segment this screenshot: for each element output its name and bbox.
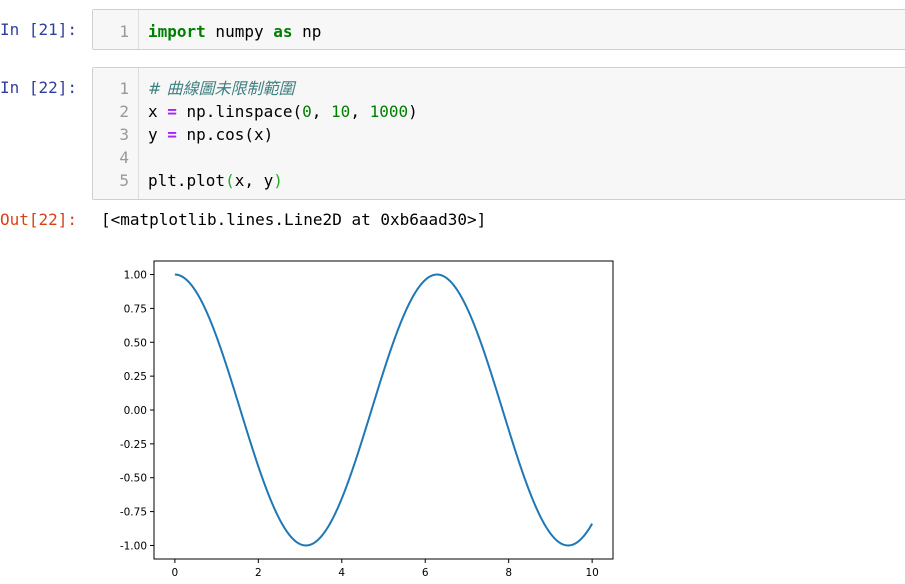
y-tick-label: 0.25 <box>124 371 147 383</box>
y-tick-label: 0.50 <box>124 337 147 349</box>
y-tick-label: 0.00 <box>124 405 147 417</box>
x-tick-label: 6 <box>422 567 429 579</box>
x-tick-label: 2 <box>255 567 262 579</box>
x-tick-label: 4 <box>338 567 345 579</box>
cosine-line-chart: 1.00 0.75 0.50 0.25 0.00 -0.25 -0.50 -0.75 -1.00… <box>120 260 614 579</box>
y-tick-label: -0.50 <box>120 473 147 485</box>
y-tick-label: -1.00 <box>120 540 147 552</box>
y-tick-label: -0.25 <box>120 439 147 451</box>
y-tick-label: 1.00 <box>124 270 147 282</box>
plot-area-frame <box>153 260 614 560</box>
y-tick-label: -0.75 <box>120 507 147 519</box>
y-tick-label: 0.75 <box>124 303 147 315</box>
x-tick-label: 10 <box>585 567 598 579</box>
x-tick-label: 8 <box>505 567 512 579</box>
x-tick-label: 0 <box>172 567 179 579</box>
